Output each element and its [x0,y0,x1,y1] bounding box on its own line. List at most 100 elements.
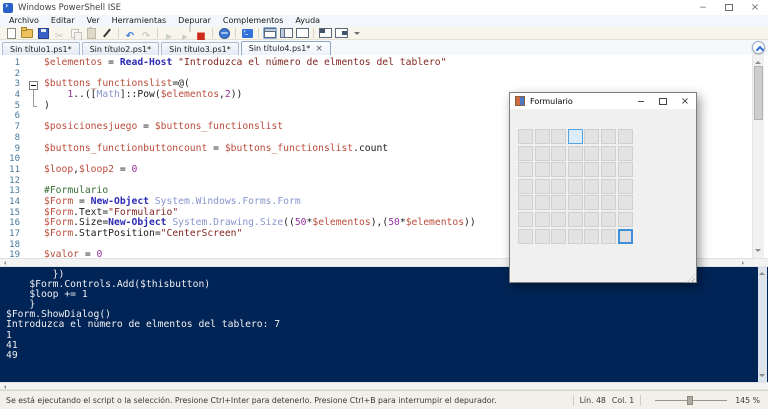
grid-cell[interactable] [518,145,533,161]
grid-cell[interactable] [551,195,567,211]
grid-cell[interactable] [534,178,550,194]
paste-button[interactable] [84,26,98,39]
grid-cell[interactable] [567,195,583,211]
show-script-pane-right-button[interactable] [279,27,293,39]
grid-cell[interactable] [600,129,616,144]
tab-sin-titulo1-ps1[interactable]: Sin título1.ps1* [2,42,80,55]
fold-marker[interactable] [24,79,44,91]
scroll-left-icon[interactable] [2,261,6,265]
tab-sin-titulo3-ps1[interactable]: Sin título3.ps1* [161,42,239,55]
tab-close-icon[interactable]: × [315,44,323,53]
show-script-pane-maximized-button[interactable] [295,27,309,39]
grid-cell[interactable] [567,211,583,227]
minimize-icon[interactable] [630,93,652,109]
scroll-up-icon[interactable] [755,58,761,64]
grid-cell[interactable] [600,228,616,244]
grid-cell[interactable] [617,211,633,227]
scroll-up-icon[interactable] [759,269,765,275]
grid-cell[interactable] [567,129,583,144]
grid-cell[interactable] [617,145,633,161]
menu-ayuda[interactable]: Ayuda [289,15,326,27]
restore-icon[interactable] [716,0,742,15]
grid-cell[interactable] [534,145,550,161]
grid-cell[interactable] [551,129,567,144]
grid-cell[interactable] [600,178,616,194]
grid-cell[interactable] [584,228,600,244]
show-command-add-on-button[interactable] [318,27,332,39]
grid-cell[interactable] [551,178,567,194]
redo-button[interactable] [139,27,153,39]
console-pane[interactable]: }) $Form.Controls.Add($thisbutton) $loop… [0,267,768,382]
show-command-window-button[interactable] [334,27,348,39]
scroll-left-icon[interactable] [2,384,6,389]
close-icon[interactable] [674,93,696,109]
scroll-right-icon[interactable] [742,261,746,265]
grid-cell[interactable] [617,195,633,211]
grid-cell[interactable] [584,145,600,161]
grid-cell[interactable] [567,228,583,244]
run-script-button[interactable] [162,27,176,39]
grid-cell[interactable] [600,145,616,161]
dialog-title-bar[interactable]: Formulario [510,93,696,109]
grid-cell[interactable] [518,162,533,178]
grid-cell[interactable] [534,162,550,178]
cut-button[interactable] [52,27,66,39]
grid-cell[interactable] [534,129,550,144]
grid-cell[interactable] [617,228,633,244]
grid-cell[interactable] [534,228,550,244]
zoom-slider[interactable] [655,395,728,406]
grid-cell[interactable] [584,129,600,144]
grid-cell[interactable] [551,228,567,244]
grid-cell[interactable] [567,145,583,161]
clear-console-pane-button[interactable] [100,27,114,39]
scrollbar-thumb[interactable] [754,66,763,120]
grid-cell[interactable] [584,162,600,178]
undo-button[interactable] [123,27,137,39]
scroll-down-icon[interactable] [755,249,761,255]
new-script-button[interactable] [4,27,18,39]
copy-button[interactable] [68,27,82,41]
grid-cell[interactable] [518,178,533,194]
toolbar-overflow-button[interactable] [350,27,364,39]
console-horizontal-scrollbar[interactable] [0,382,768,390]
minimize-icon[interactable] [690,0,716,15]
tab-sin-titulo4-ps1[interactable]: Sin título4.ps1* × [240,41,331,55]
fold-marker[interactable] [24,100,44,112]
run-selection-button[interactable] [178,24,192,39]
zoom-slider-thumb[interactable] [687,395,694,405]
grid-cell[interactable] [617,162,633,178]
start-powershell-button[interactable] [240,27,254,39]
menu-herramientas[interactable]: Herramientas [106,15,173,27]
menu-complementos[interactable]: Complementos [217,15,289,27]
open-script-button[interactable] [20,26,34,39]
grid-cell[interactable] [551,145,567,161]
console-vertical-scrollbar[interactable] [758,267,767,382]
grid-cell[interactable] [518,195,533,211]
grid-cell[interactable] [518,211,533,227]
grid-cell[interactable] [617,129,633,144]
menu-archivo[interactable]: Archivo [3,15,45,27]
grid-cell[interactable] [534,211,550,227]
grid-cell[interactable] [600,195,616,211]
grid-cell[interactable] [584,195,600,211]
save-script-button[interactable] [36,27,50,39]
grid-cell[interactable] [600,162,616,178]
grid-cell[interactable] [617,178,633,194]
grid-cell[interactable] [551,162,567,178]
grid-cell[interactable] [518,129,533,144]
close-icon[interactable] [742,0,768,15]
fold-marker[interactable] [24,90,44,101]
resize-grip[interactable] [686,274,695,283]
grid-cell[interactable] [584,211,600,227]
grid-cell[interactable] [567,178,583,194]
maximize-icon[interactable] [652,93,674,109]
grid-cell[interactable] [518,228,533,244]
show-script-pane-top-button[interactable] [263,27,277,39]
new-remote-powershell-tab-button[interactable] [217,27,231,39]
tab-sin-titulo2-ps1[interactable]: Sin título2.ps1* [81,42,160,55]
menu-depurar[interactable]: Depurar [172,15,217,27]
editor-vertical-scrollbar[interactable] [752,55,764,258]
grid-cell[interactable] [600,211,616,227]
grid-cell[interactable] [584,178,600,194]
grid-cell[interactable] [534,195,550,211]
